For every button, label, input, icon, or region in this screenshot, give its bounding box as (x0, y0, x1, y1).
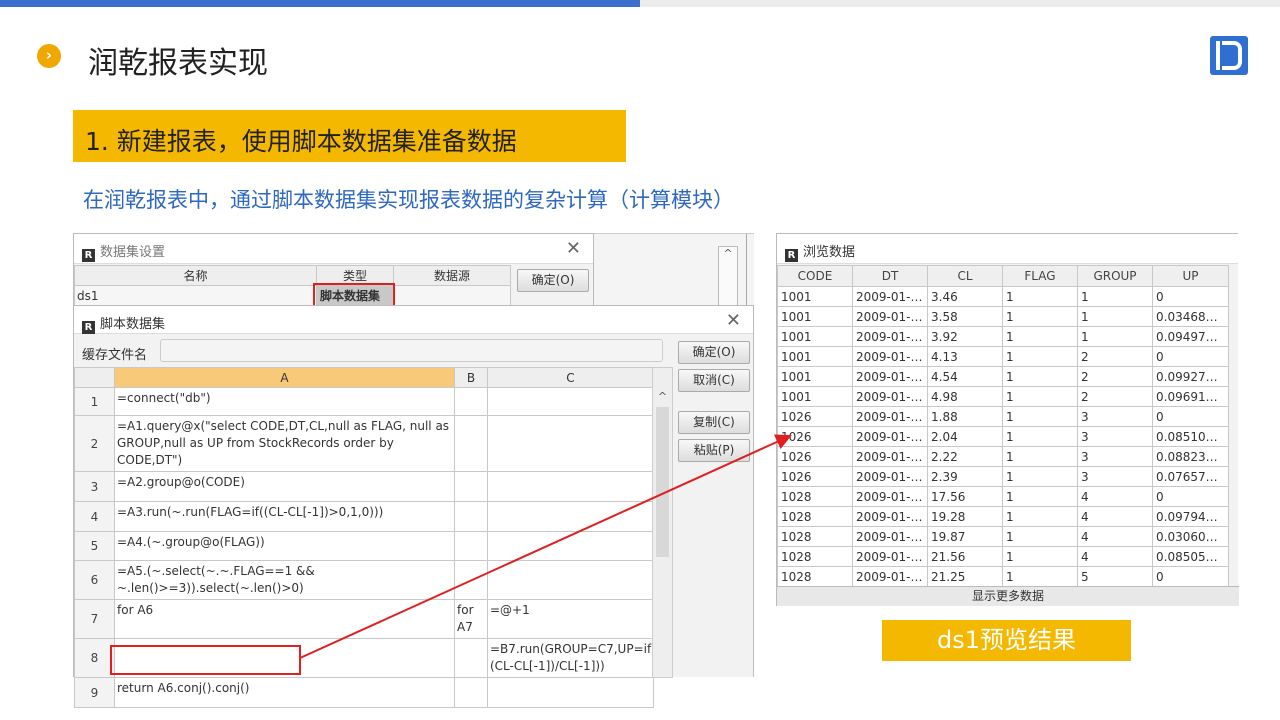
arrow-connector (299, 434, 792, 659)
arrow-line (299, 434, 792, 659)
